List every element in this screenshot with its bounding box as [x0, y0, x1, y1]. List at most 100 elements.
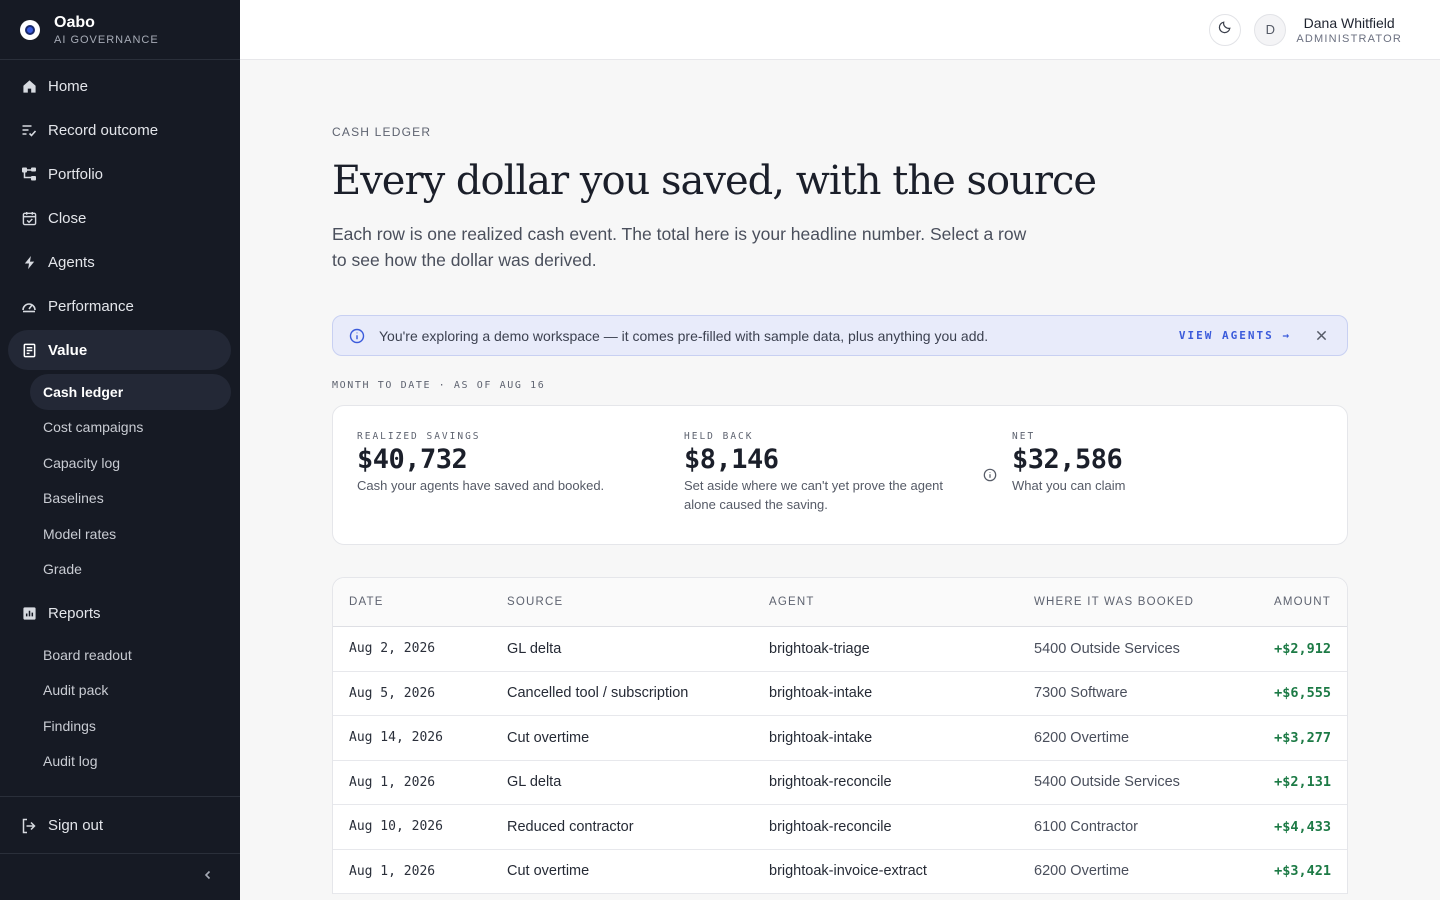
cell-date: Aug 5, 2026 — [349, 685, 436, 701]
sign-out-label: Sign out — [48, 817, 104, 834]
column-header-agent[interactable]: AGENT — [769, 596, 1034, 608]
column-header-source[interactable]: SOURCE — [507, 596, 769, 608]
cell-date: Aug 1, 2026 — [349, 863, 436, 879]
column-header-amount[interactable]: AMOUNT — [1230, 596, 1347, 608]
sidebar-item-label: Value — [48, 341, 88, 359]
cell-booked: 6200 Overtime — [1034, 863, 1130, 880]
moon-icon — [1218, 20, 1232, 39]
realized-savings-stat: REALIZED SAVINGS $40,732 Cash your agent… — [357, 431, 604, 495]
sidebar-item-label: Close — [48, 209, 87, 227]
period-label: MONTH TO DATE · AS OF AUG 16 — [332, 380, 546, 391]
column-header-booked[interactable]: WHERE IT WAS BOOKED — [1034, 596, 1230, 608]
sidebar-item-label: Agents — [48, 253, 95, 271]
stat-value: $8,146 — [684, 444, 779, 475]
brand[interactable]: Oabo AI GOVERNANCE — [0, 0, 240, 60]
sidebar-item-reports[interactable]: Reports — [8, 593, 231, 633]
sidebar-item-cost-campaigns[interactable]: Cost campaigns — [30, 410, 231, 446]
user-name: Dana Whitfield — [1303, 14, 1395, 31]
sidebar-item-agents[interactable]: Agents — [8, 242, 231, 282]
user-role: ADMINISTRATOR — [1296, 32, 1402, 45]
sign-out-icon — [20, 817, 38, 835]
page-title: Every dollar you saved, with the source — [332, 158, 1097, 204]
brand-subtitle: AI GOVERNANCE — [54, 33, 159, 46]
table-row[interactable]: Aug 14, 2026 Cut overtime brightoak-inta… — [333, 716, 1347, 761]
held-back-stat: HELD BACK $8,146 Set aside where we can'… — [684, 431, 974, 514]
main-content: CASH LEDGER Every dollar you saved, with… — [332, 60, 1348, 894]
sidebar-item-audit-log[interactable]: Audit log — [30, 744, 231, 780]
reports-submenu: Board readout Audit pack Findings Audit … — [30, 637, 231, 779]
info-icon[interactable] — [983, 468, 997, 482]
cell-booked: 5400 Outside Services — [1034, 774, 1180, 791]
sidebar-collapse — [0, 853, 240, 900]
sidebar-item-board-readout[interactable]: Board readout — [30, 637, 231, 673]
cell-source: GL delta — [507, 640, 562, 657]
page-eyebrow: CASH LEDGER — [332, 125, 432, 139]
theme-toggle-button[interactable] — [1209, 13, 1242, 46]
sign-out-button[interactable]: Sign out — [8, 806, 232, 846]
sidebar-item-baselines[interactable]: Baselines — [30, 481, 231, 517]
column-header-date[interactable]: DATE — [333, 596, 507, 608]
calendar-check-icon — [20, 209, 38, 227]
info-icon — [349, 327, 367, 345]
sidebar-item-findings[interactable]: Findings — [30, 708, 231, 744]
cell-date: Aug 2, 2026 — [349, 641, 436, 657]
table-header: DATE SOURCE AGENT WHERE IT WAS BOOKED AM… — [333, 578, 1347, 627]
cell-booked: 6200 Overtime — [1034, 729, 1130, 746]
cell-source: Cancelled tool / subscription — [507, 685, 689, 702]
sidebar-item-cash-ledger[interactable]: Cash ledger — [30, 374, 231, 410]
cell-agent: brightoak-intake — [769, 729, 873, 746]
gauge-icon — [20, 297, 38, 315]
cell-agent: brightoak-triage — [769, 640, 870, 657]
sidebar-item-model-rates[interactable]: Model rates — [30, 516, 231, 552]
sidebar-item-record-outcome[interactable]: Record outcome — [8, 110, 231, 150]
user-info[interactable]: Dana Whitfield ADMINISTRATOR — [1296, 15, 1402, 45]
demo-banner: You're exploring a demo workspace — it c… — [332, 315, 1348, 356]
sidebar-item-label: Record outcome — [48, 121, 159, 139]
topbar: D Dana Whitfield ADMINISTRATOR — [240, 0, 1440, 60]
sidebar-item-portfolio[interactable]: Portfolio — [8, 154, 231, 194]
cell-booked: 6100 Contractor — [1034, 818, 1138, 835]
cell-date: Aug 1, 2026 — [349, 774, 436, 790]
cell-date: Aug 10, 2026 — [349, 819, 443, 835]
cell-amount: +$3,421 — [1274, 863, 1331, 880]
sidebar-item-close[interactable]: Close — [8, 198, 231, 238]
table-row[interactable]: Aug 10, 2026 Reduced contractor brightoa… — [333, 805, 1347, 850]
sidebar-item-value[interactable]: Value — [8, 330, 231, 370]
view-agents-link[interactable]: VIEW AGENTS → — [1179, 329, 1291, 342]
ledger-table: DATE SOURCE AGENT WHERE IT WAS BOOKED AM… — [332, 577, 1348, 894]
sidebar: Oabo AI GOVERNANCE Home Record outcome P… — [0, 0, 240, 900]
record-outcome-icon — [20, 121, 38, 139]
page-description: Each row is one realized cash event. The… — [332, 224, 1027, 270]
cell-booked: 5400 Outside Services — [1034, 640, 1180, 657]
table-row[interactable]: Aug 2, 2026 GL delta brightoak-triage 54… — [333, 627, 1347, 672]
cell-agent: brightoak-reconcile — [769, 818, 892, 835]
cell-agent: brightoak-intake — [769, 685, 873, 702]
sidebar-item-home[interactable]: Home — [8, 66, 231, 106]
cell-amount: +$3,277 — [1274, 729, 1331, 746]
sidebar-item-performance[interactable]: Performance — [8, 286, 231, 326]
sidebar-item-label: Portfolio — [48, 165, 104, 183]
home-icon — [20, 77, 38, 95]
stat-label: NET — [1012, 431, 1036, 442]
cell-booked: 7300 Software — [1034, 685, 1128, 702]
stat-description: What you can claim — [1012, 478, 1126, 493]
stat-value: $40,732 — [357, 444, 468, 475]
sidebar-item-label: Home — [48, 77, 89, 95]
cell-source: Cut overtime — [507, 863, 590, 880]
sidebar-item-capacity-log[interactable]: Capacity log — [30, 445, 231, 481]
stat-description: Set aside where we can't yet prove the a… — [684, 478, 944, 512]
sidebar-item-audit-pack[interactable]: Audit pack — [30, 673, 231, 709]
stat-label: HELD BACK — [684, 431, 754, 442]
sidebar-item-grade[interactable]: Grade — [30, 552, 231, 588]
cell-amount: +$2,912 — [1274, 640, 1331, 657]
avatar[interactable]: D — [1254, 13, 1287, 46]
stat-value: $32,586 — [1012, 444, 1123, 475]
close-icon[interactable] — [1313, 328, 1329, 344]
table-row[interactable]: Aug 5, 2026 Cancelled tool / subscriptio… — [333, 672, 1347, 716]
cell-source: GL delta — [507, 774, 562, 791]
sidebar-item-label: Performance — [48, 297, 134, 315]
table-row[interactable]: Aug 1, 2026 GL delta brightoak-reconcile… — [333, 761, 1347, 805]
table-row[interactable]: Aug 1, 2026 Cut overtime brightoak-invoi… — [333, 850, 1347, 894]
chevron-left-icon[interactable] — [202, 868, 214, 886]
sidebar-item-label: Reports — [48, 604, 101, 622]
